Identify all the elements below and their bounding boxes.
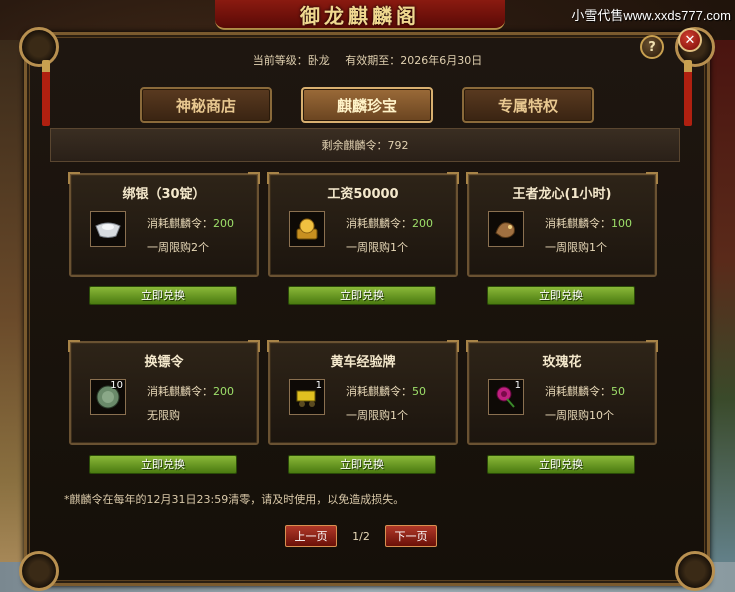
item-limit: 一周限购1个 [346, 241, 408, 254]
item-limit: 一周限购10个 [545, 409, 614, 422]
title-banner: 御龙麒麟阁 [215, 0, 505, 30]
item-limit: 一周限购2个 [147, 241, 209, 254]
item-cost: 消耗麒麟令：200 [346, 217, 433, 230]
silver-ingot-icon[interactable] [90, 211, 126, 247]
exchange-button[interactable]: 立即兑换 [89, 286, 237, 305]
item-title: 玫瑰花 [542, 355, 582, 370]
dragon-heart-icon[interactable] [488, 211, 524, 247]
expiry-date: 有效期至：2026年6月30日 [345, 54, 483, 67]
close-button[interactable]: ✕ [678, 28, 702, 52]
page-indicator: 1/2 [352, 529, 370, 543]
item-limit: 无限购 [147, 409, 180, 422]
item-card: 工资50000 消耗麒麟令：200 一周限购1个 [267, 172, 459, 277]
tab-bar: 神秘商店 麒麟珍宝 专属特权 [0, 87, 735, 123]
remaining-tokens-bar: 剩余麒麟令：792 [50, 128, 680, 162]
item-limit: 一周限购1个 [346, 409, 408, 422]
item-cost: 消耗麒麟令：200 [147, 385, 234, 398]
item-card: 玫瑰花 1 消耗麒麟令：50 一周限购10个 [466, 340, 658, 445]
yellow-cart-icon[interactable]: 1 [289, 379, 325, 415]
corner-ornament [675, 551, 715, 591]
item-title: 换镖令 [144, 355, 184, 370]
exchange-button[interactable]: 立即兑换 [487, 455, 635, 474]
exchange-button[interactable]: 立即兑换 [89, 455, 237, 474]
reset-note: *麒麟令在每年的12月31日23:59清零，请及时使用，以免造成损失。 [64, 493, 405, 506]
exchange-button[interactable]: 立即兑换 [288, 286, 436, 305]
item-limit: 一周限购1个 [545, 241, 607, 254]
item-card: 黄车经验牌 1 消耗麒麟令：50 一周限购1个 [267, 340, 459, 445]
rose-icon[interactable]: 1 [488, 379, 524, 415]
item-title: 王者龙心(1小时) [512, 187, 612, 202]
item-card: 绑银（30锭） 消耗麒麟令：200 一周限购2个 [68, 172, 260, 277]
next-page-button[interactable]: 下一页 [385, 525, 437, 547]
banner-title: 御龙麒麟阁 [300, 3, 420, 28]
item-title: 黄车经验牌 [330, 355, 396, 370]
item-cost: 消耗麒麟令：100 [545, 217, 632, 230]
tab-qilin-treasure[interactable]: 麒麟珍宝 [301, 87, 433, 123]
item-cost: 消耗麒麟令：200 [147, 217, 234, 230]
item-title: 工资50000 [327, 187, 399, 202]
exchange-button[interactable]: 立即兑换 [288, 455, 436, 474]
item-card: 王者龙心(1小时) 消耗麒麟令：100 一周限购1个 [466, 172, 658, 277]
item-cost: 消耗麒麟令：50 [346, 385, 426, 398]
prev-page-button[interactable]: 上一页 [285, 525, 337, 547]
tab-mystery-shop[interactable]: 神秘商店 [140, 87, 272, 123]
current-level: 当前等级：卧龙 [252, 54, 330, 67]
item-card: 换镖令 10 消耗麒麟令：200 无限购 [68, 340, 260, 445]
exchange-button[interactable]: 立即兑换 [487, 286, 635, 305]
escort-token-icon[interactable]: 10 [90, 379, 126, 415]
item-cost: 消耗麒麟令：50 [545, 385, 625, 398]
tab-exclusive-privilege[interactable]: 专属特权 [462, 87, 594, 123]
remaining-tokens: 剩余麒麟令：792 [321, 139, 409, 152]
player-info: 当前等级：卧龙 有效期至：2026年6月30日 [0, 52, 735, 68]
gold-pouch-icon[interactable] [289, 211, 325, 247]
corner-ornament [19, 551, 59, 591]
pagination: 上一页 1/2 下一页 [285, 525, 437, 547]
item-title: 绑银（30锭） [122, 187, 206, 202]
watermark-text: 小雪代售www.xxds777.com [571, 8, 731, 23]
